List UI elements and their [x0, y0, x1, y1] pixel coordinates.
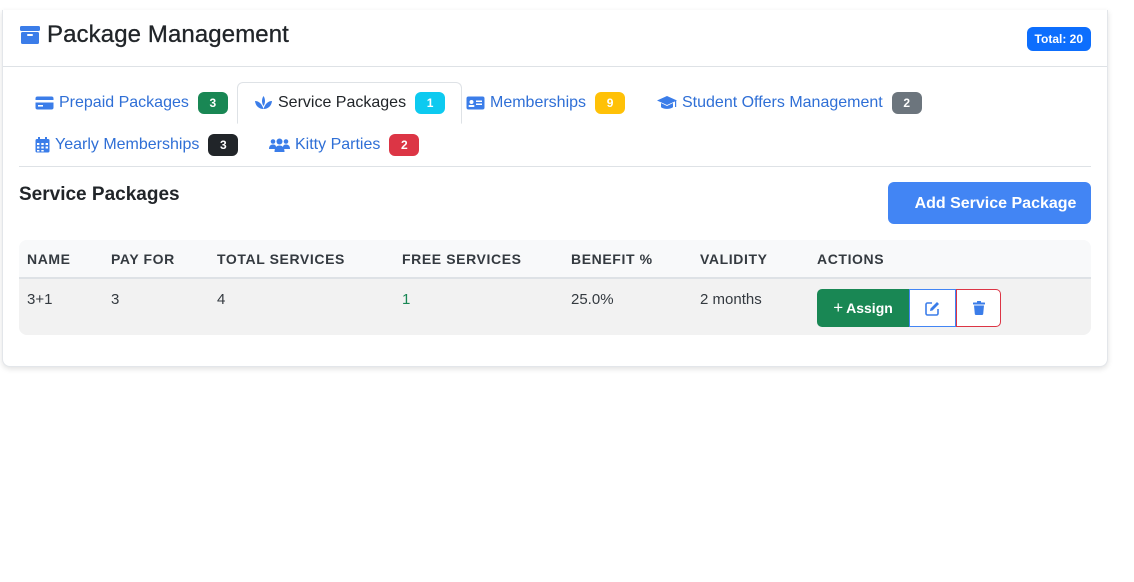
tab-label: Kitty Parties	[295, 136, 381, 153]
assign-label: Assign	[846, 300, 893, 316]
plus-icon: +	[833, 298, 844, 317]
assign-button[interactable]: + Assign	[817, 289, 909, 327]
credit-card-icon	[35, 96, 54, 110]
users-icon	[269, 138, 290, 152]
graduation-cap-icon	[657, 96, 677, 109]
tab-yearly-memberships[interactable]: Yearly Memberships 3	[35, 125, 239, 165]
table-header: NAME PAY FOR TOTAL SERVICES FREE SERVICE…	[19, 240, 1091, 279]
add-service-package-button[interactable]: Add Service Package	[888, 182, 1091, 224]
tab-prepaid-packages[interactable]: Prepaid Packages 3	[35, 83, 228, 123]
tab-memberships[interactable]: Memberships 9	[466, 83, 626, 123]
column-header-actions: ACTIONS	[817, 251, 885, 267]
column-header-benefit: BENEFIT %	[571, 251, 653, 267]
count-badge: 2	[891, 92, 922, 114]
section-title: Service Packages	[19, 184, 180, 205]
cell-total-services: 4	[217, 291, 226, 308]
tab-label: Service Packages	[278, 94, 407, 111]
count-badge: 1	[415, 92, 446, 114]
row-actions: + Assign	[817, 289, 1001, 327]
card-header: Package Management Total: 20	[3, 10, 1107, 67]
package-tabs: Prepaid Packages 3 Service Packages 1 Me…	[19, 82, 1091, 167]
tab-label: Prepaid Packages	[59, 94, 189, 111]
cell-benefit: 25.0%	[571, 291, 614, 308]
count-badge: 3	[208, 134, 239, 156]
delete-button[interactable]	[956, 289, 1001, 327]
cell-pay-for: 3	[111, 291, 120, 308]
count-badge: 9	[595, 92, 626, 114]
column-header-name: NAME	[27, 251, 71, 267]
tab-service-packages[interactable]: Service Packages 1	[237, 82, 463, 124]
edit-icon	[925, 301, 939, 316]
cell-validity: 2 months	[700, 291, 762, 308]
column-header-free-services: FREE SERVICES	[402, 251, 522, 267]
spa-icon	[255, 96, 272, 109]
cell-free-services: 1	[402, 291, 411, 308]
tab-label: Yearly Memberships	[55, 136, 200, 153]
table-row: 3+1 3 4 1 25.0% 2 months + Assign	[19, 279, 1091, 335]
column-header-total-services: TOTAL SERVICES	[217, 251, 345, 267]
package-management-card: Package Management Total: 20 Prepaid Pac…	[2, 10, 1108, 367]
calendar-icon	[35, 137, 50, 153]
tab-student-offers-management[interactable]: Student Offers Management 2	[657, 83, 922, 123]
service-packages-table: NAME PAY FOR TOTAL SERVICES FREE SERVICE…	[19, 240, 1091, 335]
id-card-icon	[466, 96, 485, 110]
tab-kitty-parties[interactable]: Kitty Parties 2	[269, 125, 420, 165]
page-title: Package Management	[47, 21, 289, 48]
box-icon	[20, 26, 40, 44]
count-badge: 3	[197, 92, 228, 114]
trash-icon	[972, 301, 985, 315]
column-header-validity: VALIDITY	[700, 251, 768, 267]
column-header-pay-for: PAY FOR	[111, 251, 175, 267]
cell-name: 3+1	[27, 291, 53, 308]
total-badge: Total: 20	[1026, 27, 1091, 51]
edit-button[interactable]	[909, 289, 956, 327]
tab-label: Student Offers Management	[682, 94, 883, 111]
count-badge: 2	[389, 134, 420, 156]
tab-label: Memberships	[490, 94, 587, 111]
